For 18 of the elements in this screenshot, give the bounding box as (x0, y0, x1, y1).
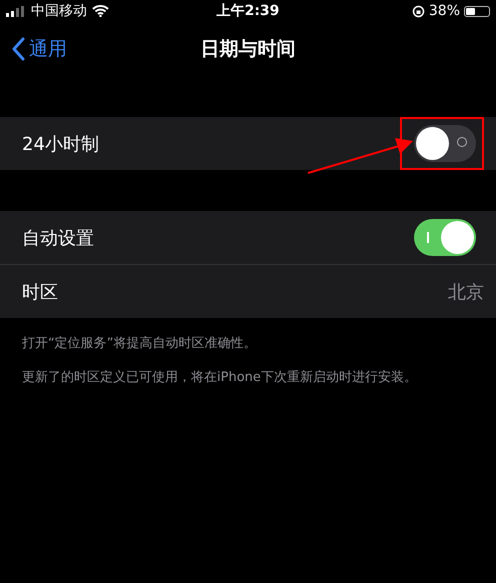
rotation-lock-icon (412, 4, 425, 18)
page-title: 日期与时间 (200, 38, 296, 60)
setting-label: 自动设置 (22, 226, 94, 250)
carrier-name: 中国移动 (31, 2, 87, 20)
setting-label: 24小时制 (22, 132, 99, 156)
toggle-switch[interactable] (414, 219, 476, 256)
wifi-icon (92, 5, 109, 17)
signal-icon (6, 6, 26, 16)
back-chevron-icon (12, 37, 25, 61)
toggle-switch[interactable] (414, 125, 476, 162)
setting-label: 时区 (22, 280, 58, 304)
setting-value: 北京 (448, 280, 484, 304)
footnote-text: 更新了的时区定义已可使用，将在iPhone下次重新启动时进行安装。 (22, 369, 418, 386)
battery-icon (464, 6, 490, 16)
battery-percent: 38% (428, 3, 460, 19)
footnote-text: 打开“定位服务”将提高自动时区准确性。 (22, 335, 258, 352)
back-button[interactable]: 通用 (0, 36, 67, 62)
clock-time: 上午2:39 (216, 3, 280, 19)
